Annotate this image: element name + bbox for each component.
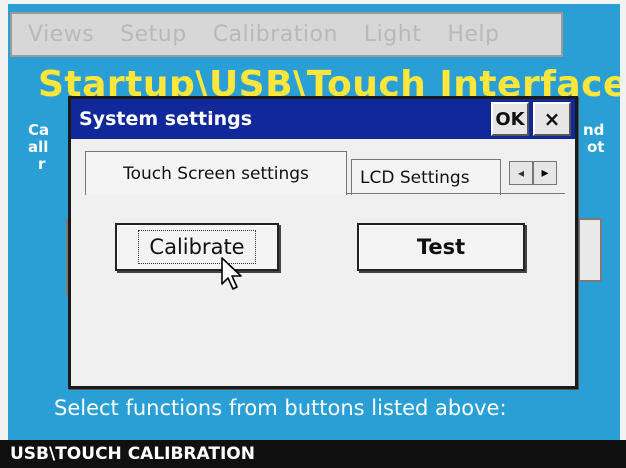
- ok-button[interactable]: OK: [491, 102, 529, 136]
- background-description-right: nd ot: [583, 122, 604, 156]
- background-description-left: Ca all r: [28, 122, 49, 173]
- scroll-left-icon[interactable]: ◂: [509, 161, 533, 185]
- menu-item-calibration[interactable]: Calibration: [213, 22, 338, 47]
- scroll-right-icon[interactable]: ▸: [533, 161, 557, 185]
- close-button[interactable]: ×: [533, 102, 571, 136]
- tab-lcd-settings[interactable]: LCD Settings: [351, 159, 501, 195]
- bg-fragment: all: [28, 138, 49, 156]
- background-button-right[interactable]: [578, 218, 602, 282]
- system-settings-dialog: System settings OK × Touch Screen settin…: [68, 96, 578, 389]
- status-text: USB\TOUCH CALIBRATION: [10, 444, 255, 464]
- test-button[interactable]: Test: [357, 223, 525, 271]
- menu-bar: Views Setup Calibration Light Help: [10, 12, 563, 57]
- dialog-title: System settings: [79, 108, 253, 130]
- mouse-pointer-icon: [221, 257, 242, 290]
- calibrate-button[interactable]: Calibrate: [115, 223, 279, 271]
- tab-strip: Touch Screen settings LCD Settings ◂ ▸: [85, 151, 571, 195]
- bg-fragment: r: [38, 155, 46, 173]
- tab-panel: [85, 193, 565, 381]
- tab-touch-screen-settings[interactable]: Touch Screen settings: [85, 151, 347, 195]
- bg-fragment: ot: [587, 138, 605, 156]
- menu-item-help[interactable]: Help: [447, 22, 499, 47]
- status-bar: USB\TOUCH CALIBRATION: [0, 440, 626, 468]
- tab-scroll-arrows: ◂ ▸: [509, 161, 557, 185]
- dialog-titlebar: System settings OK ×: [71, 99, 575, 139]
- menu-item-setup[interactable]: Setup: [120, 22, 187, 47]
- bg-fragment: Ca: [28, 121, 50, 139]
- menu-item-light[interactable]: Light: [364, 22, 421, 47]
- menu-item-views[interactable]: Views: [28, 22, 94, 47]
- instruction-text: Select functions from buttons listed abo…: [54, 396, 507, 420]
- bg-fragment: nd: [583, 121, 605, 139]
